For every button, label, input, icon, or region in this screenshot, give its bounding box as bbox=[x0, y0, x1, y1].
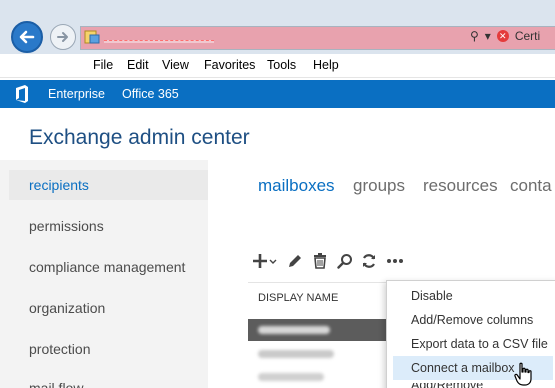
forward-button[interactable] bbox=[50, 24, 76, 50]
tab-mailboxes[interactable]: mailboxes bbox=[258, 176, 335, 196]
menu-tools[interactable]: Tools bbox=[267, 58, 296, 72]
back-button[interactable] bbox=[11, 21, 43, 53]
tab-resources[interactable]: resources bbox=[423, 176, 498, 196]
delete-icon[interactable] bbox=[312, 252, 328, 270]
menu-item-export-csv[interactable]: Export data to a CSV file bbox=[411, 337, 548, 351]
nav-item-protection[interactable]: protection bbox=[29, 341, 90, 357]
redacted-url bbox=[104, 40, 214, 43]
dropdown-icon[interactable]: ▾ bbox=[485, 29, 491, 43]
tab-contacts[interactable]: conta bbox=[510, 176, 552, 196]
nav-item-recipients[interactable]: recipients bbox=[29, 177, 89, 193]
menu-file[interactable]: File bbox=[93, 58, 113, 72]
nav-item-compliance-management[interactable]: compliance management bbox=[29, 259, 185, 275]
menu-edit[interactable]: Edit bbox=[127, 58, 149, 72]
nav-item-organization[interactable]: organization bbox=[29, 300, 105, 316]
arrow-right-icon bbox=[57, 32, 68, 42]
add-icon[interactable] bbox=[252, 252, 278, 270]
table-row-name-blurred[interactable] bbox=[258, 350, 334, 358]
menu-favorites[interactable]: Favorites bbox=[204, 58, 255, 72]
tab-groups[interactable]: groups bbox=[353, 176, 405, 196]
menu-item-disable[interactable]: Disable bbox=[411, 289, 453, 303]
certificate-error-icon[interactable]: ✕ bbox=[496, 30, 509, 42]
certificate-error-label[interactable]: Certi bbox=[515, 29, 540, 43]
page-title: Exchange admin center bbox=[29, 126, 250, 149]
enterprise-link[interactable]: Enterprise bbox=[48, 87, 105, 101]
search-icon[interactable]: ⚲ bbox=[470, 29, 479, 43]
page-icon bbox=[84, 30, 100, 44]
menu-item-add-remove[interactable]: Add/Remove bbox=[411, 383, 483, 388]
menu-view[interactable]: View bbox=[162, 58, 189, 72]
more-icon[interactable] bbox=[386, 252, 404, 270]
nav-item-mail-flow[interactable]: mail flow bbox=[29, 380, 83, 388]
search-icon[interactable] bbox=[337, 252, 353, 270]
menu-item-connect-mailbox[interactable]: Connect a mailbox bbox=[411, 361, 515, 375]
address-tools: ⚲ ▾ ✕ Certi bbox=[470, 29, 540, 43]
menu-help[interactable]: Help bbox=[313, 58, 339, 72]
arrow-left-icon bbox=[19, 30, 35, 44]
table-row-name-blurred[interactable] bbox=[258, 373, 324, 381]
menu-item-add-remove-columns[interactable]: Add/Remove columns bbox=[411, 313, 533, 327]
office365-link[interactable]: Office 365 bbox=[122, 87, 179, 101]
column-header-display-name[interactable]: DISPLAY NAME bbox=[258, 292, 338, 304]
edit-icon[interactable] bbox=[287, 252, 303, 270]
nav-item-permissions[interactable]: permissions bbox=[29, 218, 104, 234]
refresh-icon[interactable] bbox=[361, 252, 377, 270]
hand-cursor-icon bbox=[514, 362, 532, 386]
office-logo-icon bbox=[16, 85, 28, 103]
table-row-name-blurred bbox=[258, 326, 330, 334]
